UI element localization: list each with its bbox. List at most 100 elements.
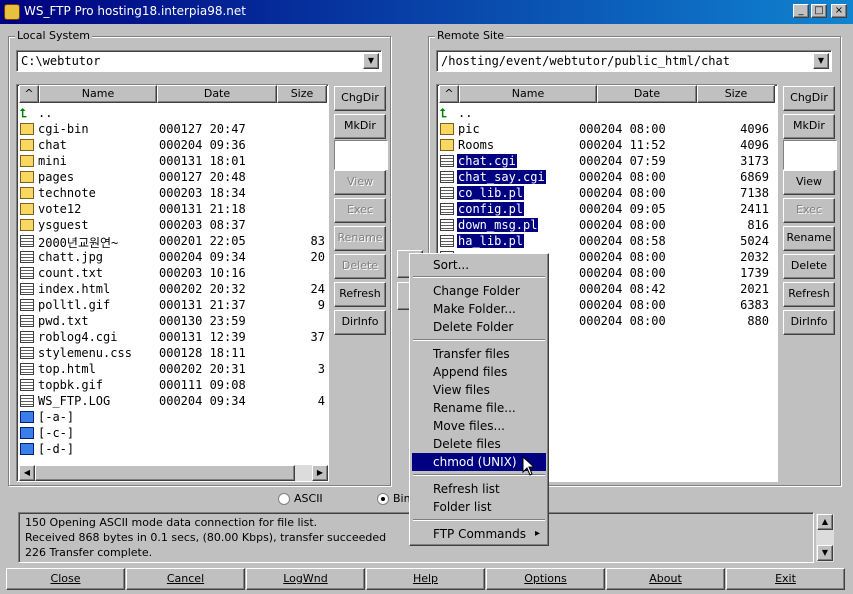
local-name-header[interactable]: Name bbox=[39, 85, 157, 103]
list-item[interactable]: cgi-bin 000127 20:47 bbox=[17, 121, 328, 137]
remote-mkdir-button[interactable]: MkDir bbox=[783, 114, 835, 139]
list-item[interactable]: ⮤.. bbox=[17, 105, 328, 121]
remote-chgdir-button[interactable]: ChgDir bbox=[783, 86, 835, 111]
file-date: 000131 18:01 bbox=[159, 154, 246, 168]
make-folder-menu-item[interactable]: Make Folder... bbox=[412, 300, 546, 318]
file-size: 20 bbox=[310, 250, 325, 264]
scroll-up-icon[interactable]: ▲ bbox=[817, 514, 833, 530]
title-bar[interactable]: WS_FTP Pro hosting18.interpia98.net _ □ … bbox=[0, 0, 853, 24]
radio-selected-dot bbox=[381, 497, 385, 501]
list-item[interactable]: down_msg.pl 000204 08:00 816 bbox=[437, 217, 777, 233]
options-button[interactable]: Options bbox=[486, 568, 605, 590]
list-item[interactable]: chat_say.cgi 000204 08:00 6869 bbox=[437, 169, 777, 185]
list-item[interactable]: chat.cgi 000204 07:59 3173 bbox=[437, 153, 777, 169]
local-mkdir-button[interactable]: MkDir bbox=[334, 114, 386, 139]
local-chgdir-button[interactable]: ChgDir bbox=[334, 86, 386, 111]
scroll-left-icon[interactable]: ◀ bbox=[19, 465, 35, 481]
remote-path-combo[interactable]: /hosting/event/webtutor/public_html/chat… bbox=[436, 50, 832, 72]
list-item[interactable]: co_lib.pl 000204 08:00 7138 bbox=[437, 185, 777, 201]
local-dirinfo-button[interactable]: DirInfo bbox=[334, 310, 386, 335]
list-item[interactable]: count.txt 000203 10:16 bbox=[17, 265, 328, 281]
local-file-list[interactable]: ^ Name Date Size ⮤.. cgi-bin 000127 20:47 c… bbox=[16, 84, 329, 482]
list-item[interactable]: ysguest 000203 08:37 bbox=[17, 217, 328, 233]
list-item[interactable]: config.pl 000204 09:05 2411 bbox=[437, 201, 777, 217]
list-item[interactable]: pic 000204 08:00 4096 bbox=[437, 121, 777, 137]
ftp-commands-menu-item[interactable]: FTP Commands bbox=[412, 525, 546, 543]
view-files-menu-item[interactable]: View files bbox=[412, 381, 546, 399]
remote-date-header[interactable]: Date bbox=[597, 85, 697, 103]
refresh-list-menu-item[interactable]: Refresh list bbox=[412, 480, 546, 498]
chevron-down-icon[interactable]: ▼ bbox=[813, 53, 829, 69]
logwnd-button[interactable]: LogWnd bbox=[246, 568, 365, 590]
file-size: 4096 bbox=[740, 138, 769, 152]
delete-files-menu-item[interactable]: Delete files bbox=[412, 435, 546, 453]
move-files-menu-item[interactable]: Move files... bbox=[412, 417, 546, 435]
rename-file-menu-item[interactable]: Rename file... bbox=[412, 399, 546, 417]
remote-filter-input[interactable] bbox=[783, 140, 837, 170]
minimize-button[interactable]: _ bbox=[793, 4, 809, 18]
local-date-header[interactable]: Date bbox=[157, 85, 277, 103]
local-sort-header[interactable]: ^ bbox=[19, 85, 39, 103]
list-item[interactable]: roblog4.cgi 000131 12:39 37 bbox=[17, 329, 328, 345]
change-folder-menu-item[interactable]: Change Folder bbox=[412, 282, 546, 300]
scroll-thumb[interactable] bbox=[35, 465, 295, 481]
scroll-down-icon[interactable]: ▼ bbox=[817, 545, 833, 561]
list-item[interactable]: pages 000127 20:48 bbox=[17, 169, 328, 185]
folder-icon bbox=[440, 139, 454, 151]
scroll-right-icon[interactable]: ▶ bbox=[312, 465, 328, 481]
list-item[interactable]: [-d-] bbox=[17, 441, 328, 457]
maximize-button[interactable]: □ bbox=[811, 4, 827, 18]
local-filter-input[interactable] bbox=[334, 140, 388, 170]
transfer-files-menu-item[interactable]: Transfer files bbox=[412, 345, 546, 363]
cancel-button[interactable]: Cancel bbox=[126, 568, 245, 590]
list-item[interactable]: 2000년교원연~ 000201 22:05 83 bbox=[17, 233, 328, 250]
remote-name-header[interactable]: Name bbox=[459, 85, 597, 103]
list-item[interactable]: chat 000204 09:36 bbox=[17, 137, 328, 153]
list-item[interactable]: index.html 000202 20:32 24 bbox=[17, 281, 328, 297]
file-icon bbox=[20, 315, 34, 327]
drive-icon bbox=[20, 443, 34, 455]
list-item[interactable]: pwd.txt 000130 23:59 bbox=[17, 313, 328, 329]
file-name: ha_lib.pl bbox=[457, 234, 525, 248]
exit-button[interactable]: Exit bbox=[726, 568, 845, 590]
remote-size-header[interactable]: Size bbox=[697, 85, 775, 103]
list-item[interactable]: mini 000131 18:01 bbox=[17, 153, 328, 169]
list-item[interactable]: [-c-] bbox=[17, 425, 328, 441]
remote-dirinfo-button[interactable]: DirInfo bbox=[783, 310, 835, 335]
list-item[interactable]: ⮤.. bbox=[437, 105, 777, 121]
list-item[interactable]: vote12 000131 21:18 bbox=[17, 201, 328, 217]
file-size: 1739 bbox=[740, 266, 769, 280]
list-item[interactable]: polltl.gif 000131 21:37 9 bbox=[17, 297, 328, 313]
folder-list-menu-item[interactable]: Folder list bbox=[412, 498, 546, 516]
list-item[interactable]: [-a-] bbox=[17, 409, 328, 425]
close-button[interactable]: Close bbox=[6, 568, 125, 590]
binary-radio[interactable] bbox=[377, 493, 389, 505]
sort-menu-item[interactable]: Sort... bbox=[412, 256, 546, 274]
remote-sort-header[interactable]: ^ bbox=[439, 85, 459, 103]
local-size-header[interactable]: Size bbox=[277, 85, 327, 103]
app-icon[interactable] bbox=[4, 4, 20, 20]
list-item[interactable]: Rooms 000204 11:52 4096 bbox=[437, 137, 777, 153]
list-item[interactable]: top.html 000202 20:31 3 bbox=[17, 361, 328, 377]
local-path-combo[interactable]: C:\webtutor ▼ bbox=[16, 50, 382, 72]
remote-rename-button[interactable]: Rename bbox=[783, 226, 835, 251]
delete-folder-menu-item[interactable]: Delete Folder bbox=[412, 318, 546, 336]
ascii-radio[interactable] bbox=[278, 493, 290, 505]
list-item[interactable]: WS_FTP.LOG 000204 09:34 4 bbox=[17, 393, 328, 409]
remote-view-button[interactable]: View bbox=[783, 170, 835, 195]
local-refresh-button[interactable]: Refresh bbox=[334, 282, 386, 307]
chevron-down-icon[interactable]: ▼ bbox=[363, 53, 379, 69]
list-item[interactable]: technote 000203 18:34 bbox=[17, 185, 328, 201]
remote-refresh-button[interactable]: Refresh bbox=[783, 282, 835, 307]
append-files-menu-item[interactable]: Append files bbox=[412, 363, 546, 381]
list-item[interactable]: chatt.jpg 000204 09:34 20 bbox=[17, 249, 328, 265]
remote-delete-button[interactable]: Delete bbox=[783, 254, 835, 279]
file-date: 000204 09:34 bbox=[159, 250, 246, 264]
file-name: count.txt bbox=[38, 266, 104, 280]
close-window-button[interactable]: × bbox=[831, 4, 847, 18]
help-button[interactable]: Help bbox=[366, 568, 485, 590]
list-item[interactable]: topbk.gif 000111 09:08 bbox=[17, 377, 328, 393]
about-button[interactable]: About bbox=[606, 568, 725, 590]
list-item[interactable]: ha_lib.pl 000204 08:58 5024 bbox=[437, 233, 777, 249]
list-item[interactable]: stylemenu.css 000128 18:11 bbox=[17, 345, 328, 361]
